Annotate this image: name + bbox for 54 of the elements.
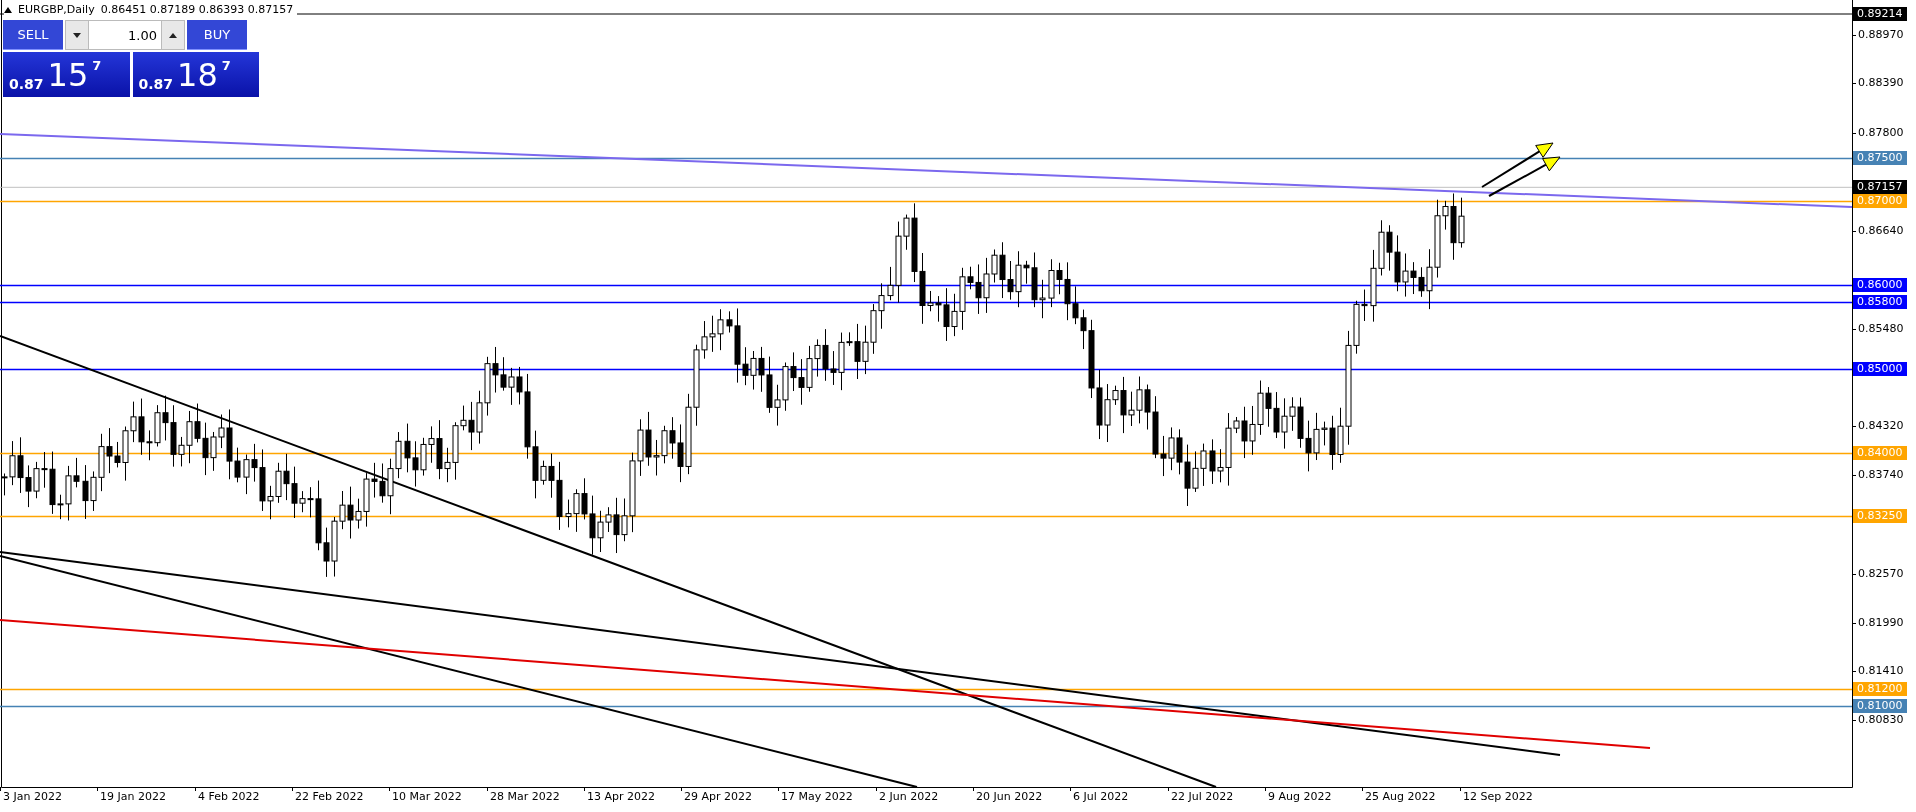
price-label: 0.85480 xyxy=(1858,322,1904,336)
date-label: 22 Feb 2022 xyxy=(295,790,364,804)
ohlc-values: 0.86451 0.87189 0.86393 0.87157 xyxy=(100,3,294,16)
volume-decrease-button[interactable] xyxy=(65,20,89,50)
price-label: 0.81410 xyxy=(1858,664,1904,678)
price-label: 0.80830 xyxy=(1858,713,1904,727)
date-label: 12 Sep 2022 xyxy=(1463,790,1533,804)
price-label: 0.84320 xyxy=(1858,419,1904,433)
volume-field[interactable]: 1.00 xyxy=(89,20,161,50)
price-label: 0.83740 xyxy=(1858,468,1904,482)
level-price-tag: 0.87000 xyxy=(1853,194,1907,208)
level-price-tag: 0.84000 xyxy=(1853,446,1907,460)
price-label: 0.88970 xyxy=(1858,28,1904,42)
date-label: 28 Mar 2022 xyxy=(490,790,560,804)
price-pips: 15 xyxy=(47,57,89,93)
level-price-tag: 0.83250 xyxy=(1853,509,1907,523)
date-label: 3 Jan 2022 xyxy=(3,790,62,804)
date-label: 25 Aug 2022 xyxy=(1365,790,1436,804)
level-price-tag: 0.81000 xyxy=(1853,699,1907,713)
date-label: 13 Apr 2022 xyxy=(587,790,655,804)
price-prefix: 0.87 xyxy=(9,75,44,93)
date-label: 6 Jul 2022 xyxy=(1073,790,1129,804)
caret-up-icon xyxy=(169,32,177,38)
date-label: 29 Apr 2022 xyxy=(684,790,752,804)
level-price-tag: 0.85000 xyxy=(1853,362,1907,376)
date-label: 20 Jun 2022 xyxy=(976,790,1043,804)
price-label: 0.86640 xyxy=(1858,224,1904,238)
date-label: 10 Mar 2022 xyxy=(392,790,462,804)
buy-button[interactable]: BUY xyxy=(187,20,247,50)
price-label: 0.87800 xyxy=(1858,126,1904,140)
level-price-tag: 0.86000 xyxy=(1853,278,1907,292)
date-label: 9 Aug 2022 xyxy=(1268,790,1332,804)
caret-down-icon xyxy=(73,32,81,38)
price-pips: 18 xyxy=(177,57,218,93)
caret-up-icon xyxy=(4,6,12,13)
price-fraction: 7 xyxy=(92,58,102,73)
price-label: 0.82570 xyxy=(1858,567,1904,581)
high-price-tag: 0.89214 xyxy=(1853,7,1907,21)
current-price-tag: 0.87157 xyxy=(1853,180,1907,194)
volume-increase-button[interactable] xyxy=(161,20,185,50)
sell-button[interactable]: SELL xyxy=(3,20,63,50)
level-price-tag: 0.87500 xyxy=(1853,151,1907,165)
date-label: 2 Jun 2022 xyxy=(879,790,939,804)
price-label: 0.88390 xyxy=(1858,76,1904,90)
date-label: 19 Jan 2022 xyxy=(100,790,166,804)
date-label: 4 Feb 2022 xyxy=(198,790,260,804)
chart-symbol: EURGBP,Daily xyxy=(18,3,95,16)
price-label: 0.81990 xyxy=(1858,616,1904,630)
price-prefix: 0.87 xyxy=(138,75,174,93)
level-price-tag: 0.85800 xyxy=(1853,295,1907,309)
date-label: 22 Jul 2022 xyxy=(1171,790,1234,804)
level-price-tag: 0.81200 xyxy=(1853,682,1907,696)
date-label: 17 May 2022 xyxy=(781,790,853,804)
price-fraction: 7 xyxy=(221,58,231,73)
